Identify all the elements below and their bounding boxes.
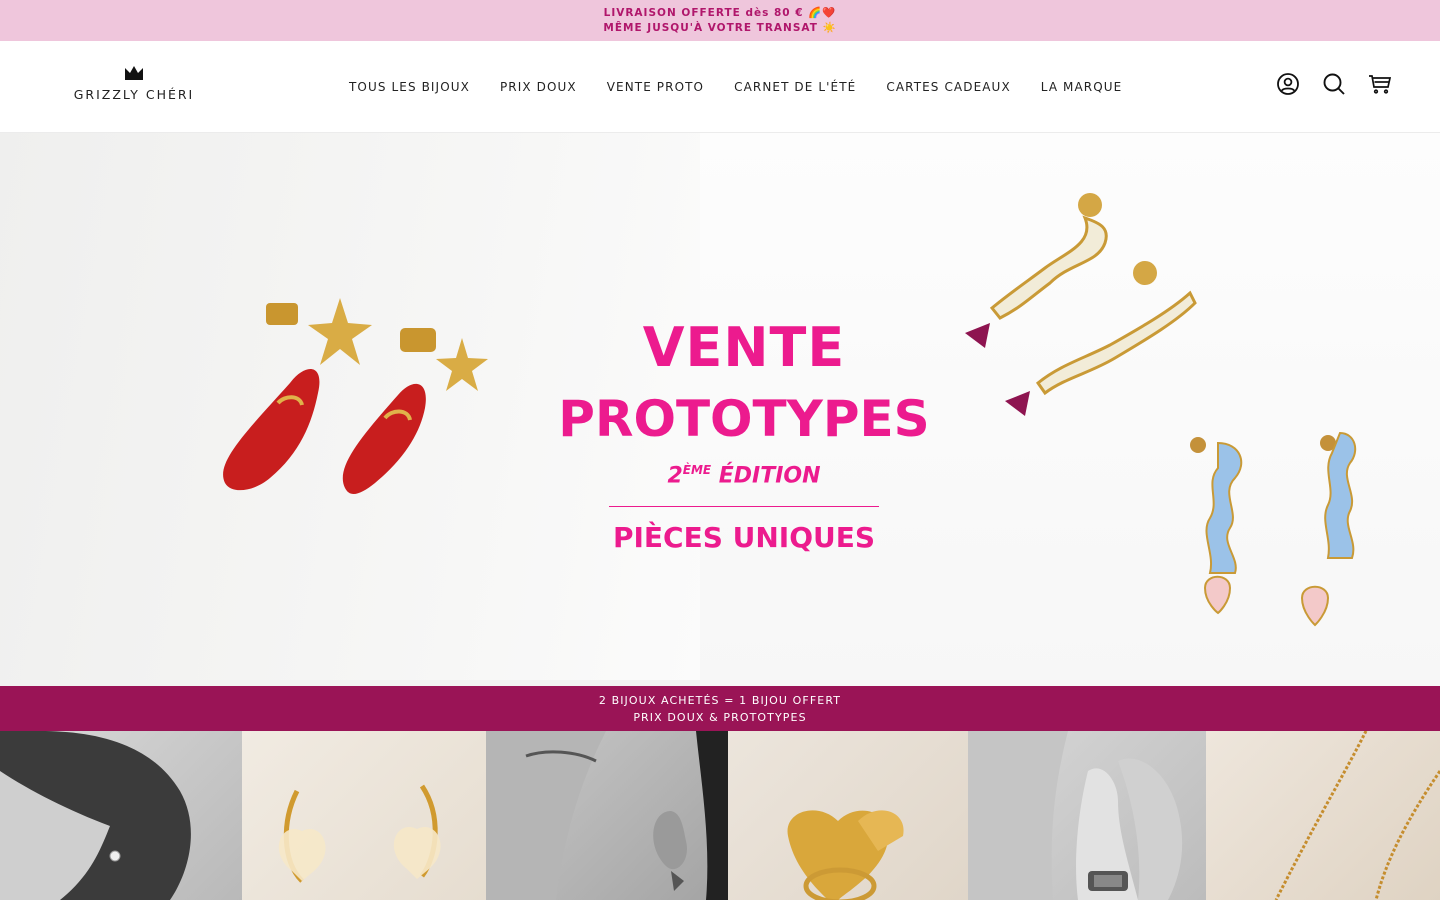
promo-line-2: PRIX DOUX & PROTOTYPES — [633, 710, 807, 724]
nav-carnet-de-lete[interactable]: CARNET DE L'ÉTÉ — [719, 80, 871, 94]
announcement-line-1: LIVRAISON OFFERTE dès 80 € 🌈❤️ — [603, 6, 837, 19]
nav-vente-proto[interactable]: VENTE PROTO — [592, 80, 719, 94]
nav-cartes-cadeaux[interactable]: CARTES CADEAUX — [871, 80, 1025, 94]
account-icon[interactable] — [1276, 72, 1300, 96]
search-icon[interactable] — [1322, 72, 1346, 96]
announcement-line-2: MÊME JUSQU'À VOTRE TRANSAT ☀️ — [603, 21, 837, 34]
hero-text-block: VENTE PROTOTYPES 2ÈME ÉDITION PIÈCES UNI… — [548, 313, 940, 554]
gold-hammered-ring-photo — [787, 810, 904, 900]
promo-line-1: 2 BIJOUX ACHETÉS = 1 BIJOU OFFERT — [598, 693, 842, 707]
gallery-tile-woman-profile[interactable] — [0, 731, 242, 900]
site-header: GRIZZLY CHÉRI TOUS LES BIJOUX PRIX DOUX … — [0, 41, 1440, 133]
hero-subtitle: PIÈCES UNIQUES — [612, 521, 876, 555]
gallery-tile-woman-hand[interactable] — [968, 731, 1206, 900]
gold-chain-necklace-photo — [1274, 731, 1440, 900]
hero-edition-text: ÉDITION — [718, 463, 821, 489]
product-gallery — [0, 731, 1440, 900]
nav-prix-doux[interactable]: PRIX DOUX — [485, 80, 592, 94]
gallery-tile-gold-chain[interactable] — [1206, 731, 1440, 900]
heart-hoop-earrings-photo — [278, 784, 441, 883]
main-nav: TOUS LES BIJOUX PRIX DOUX VENTE PROTO CA… — [334, 41, 1137, 133]
gallery-tile-woman-ear[interactable] — [486, 731, 728, 900]
hero-banner[interactable]: VENTE PROTOTYPES 2ÈME ÉDITION PIÈCES UNI… — [0, 133, 1440, 686]
hero-title-line-2: PROTOTYPES — [558, 390, 930, 448]
hero-edition-superscript: ÈME — [682, 463, 712, 477]
hero-edition-number: 2 — [667, 463, 683, 489]
cart-icon[interactable] — [1368, 72, 1392, 96]
woman-hand-ring-photo — [968, 731, 1183, 900]
nav-tous-les-bijoux[interactable]: TOUS LES BIJOUX — [334, 80, 485, 94]
gallery-tile-gold-ring[interactable] — [728, 731, 968, 900]
logo-text: GRIZZLY CHÉRI — [73, 87, 195, 102]
announcement-bar: LIVRAISON OFFERTE dès 80 € 🌈❤️ MÊME JUSQ… — [0, 0, 1440, 41]
site-logo[interactable]: GRIZZLY CHÉRI — [72, 65, 196, 109]
nav-la-marque[interactable]: LA MARQUE — [1026, 80, 1138, 94]
hero-divider — [609, 506, 879, 508]
hero-edition: 2ÈME ÉDITION — [548, 463, 940, 488]
woman-ear-earring-photo — [486, 731, 728, 900]
promo-banner: 2 BIJOUX ACHETÉS = 1 BIJOU OFFERT PRIX D… — [0, 686, 1440, 731]
woman-profile-earring-photo — [0, 731, 191, 900]
header-icons — [1276, 72, 1392, 96]
gallery-tile-heart-hoops[interactable] — [242, 731, 486, 900]
crown-icon — [125, 66, 143, 80]
hero-title-line-1: VENTE — [642, 316, 846, 379]
